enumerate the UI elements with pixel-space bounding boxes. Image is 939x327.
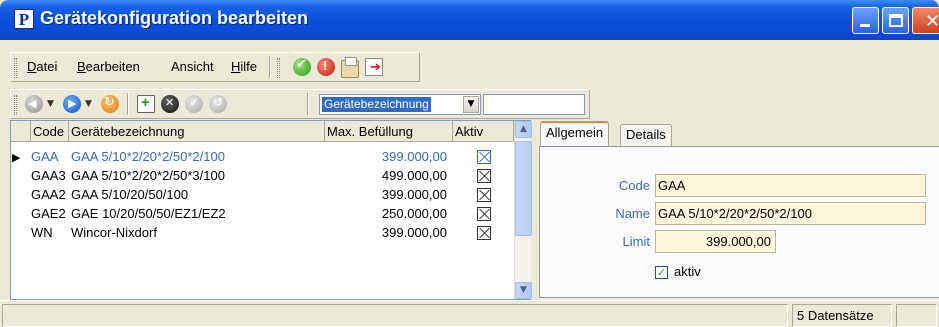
table-row[interactable]: GAE2 GAE 10/20/50/50/EZ1/EZ2 250.000,00 — [11, 205, 514, 223]
row-indicator-header — [11, 121, 31, 142]
column-header-code[interactable]: Code — [31, 121, 69, 142]
cancel-icon[interactable] — [317, 58, 335, 76]
table-row[interactable]: ▶ GAA GAA 5/10*2/20*2/50*2/100 399.000,0… — [11, 148, 514, 166]
aktiv-checkbox[interactable]: ✓ — [655, 266, 668, 279]
menu-bearbeiten-rest: earbeiten — [85, 59, 140, 74]
column-header-aktiv[interactable]: Aktiv — [453, 121, 514, 142]
app-icon-letter: P — [18, 9, 30, 29]
status-extra — [896, 304, 937, 327]
limit-field[interactable]: 399.000,00 — [655, 230, 776, 253]
toolbar-grip[interactable] — [14, 95, 17, 115]
current-row-indicator-icon: ▶ — [12, 151, 21, 164]
aktiv-checkbox[interactable] — [477, 207, 491, 221]
aktiv-checkbox[interactable] — [477, 150, 491, 164]
minimize-icon — [860, 24, 870, 27]
code-field[interactable]: GAA — [655, 174, 926, 197]
scroll-down-icon[interactable]: ▼ — [515, 282, 532, 299]
cell-name: GAA 5/10*2/20*2/50*2/100 — [71, 149, 225, 164]
title-bar[interactable]: P Gerätekonfiguration bearbeiten ✕ — [0, 0, 939, 40]
menu-datei-accel: D — [27, 59, 37, 74]
toolbar-grip[interactable] — [277, 58, 280, 78]
delete-record-icon[interactable] — [161, 95, 179, 113]
close-button[interactable]: ✕ — [912, 7, 939, 34]
status-bar: 5 Datensätze — [0, 300, 939, 327]
aktiv-label: aktiv — [674, 264, 701, 279]
cell-max: 250.000,00 — [381, 206, 447, 221]
menu-hilfe[interactable]: Hilfe — [229, 59, 259, 74]
save-icon[interactable] — [293, 57, 311, 76]
cell-max: 399.000,00 — [381, 225, 447, 240]
exit-icon[interactable] — [365, 58, 383, 76]
cell-code: WN — [31, 225, 53, 240]
search-field-value: Gerätebezeichnung — [322, 97, 431, 112]
column-header-max[interactable]: Max. Befüllung — [325, 121, 453, 142]
forward-dropdown-icon[interactable]: ▼ — [85, 99, 92, 109]
chevron-down-icon[interactable]: ▼ — [463, 96, 479, 113]
app-icon[interactable]: P — [14, 9, 34, 29]
menu-toolbar: Datei Bearbeiten Ansicht Hilfe — [10, 52, 420, 82]
cell-code: GAA3 — [31, 168, 66, 183]
confirm-icon[interactable] — [185, 95, 203, 113]
cell-max: 499.000,00 — [381, 168, 447, 183]
toolbar-grip[interactable] — [14, 58, 17, 78]
code-label: Code — [618, 178, 650, 193]
cell-code: GAE2 — [31, 206, 66, 221]
aktiv-checkbox[interactable] — [477, 188, 491, 202]
status-message — [2, 304, 788, 327]
menu-ansicht-label: Ansicht — [171, 59, 214, 74]
table-row[interactable]: WN Wincor-Nixdorf 399.000,00 — [11, 224, 514, 242]
refresh-icon[interactable] — [101, 95, 119, 113]
name-field[interactable]: GAA 5/10*2/20*2/50*2/100 — [655, 202, 926, 225]
toolbar-separator — [127, 93, 129, 115]
toolbar-separator — [307, 93, 309, 115]
table-row[interactable]: GAA2 GAA 5/10/20/50/100 399.000,00 — [11, 186, 514, 204]
print-icon[interactable] — [341, 57, 359, 78]
maximize-icon — [889, 14, 903, 27]
cell-code: GAA — [31, 149, 59, 164]
undo-icon[interactable] — [209, 95, 227, 113]
search-input[interactable] — [483, 94, 585, 115]
table-row[interactable]: GAA3 GAA 5/10*2/20*2/50*3/100 499.000,00 — [11, 167, 514, 185]
window-title: Gerätekonfiguration bearbeiten — [40, 8, 309, 28]
menu-bearbeiten[interactable]: Bearbeiten — [75, 59, 142, 74]
cell-name: GAA 5/10*2/20*2/50*3/100 — [71, 168, 225, 183]
menu-ansicht[interactable]: Ansicht — [169, 59, 216, 74]
tab-allgemein[interactable]: Allgemein — [540, 121, 610, 147]
record-count: 5 Datensätze — [792, 304, 892, 327]
menu-hilfe-accel: H — [231, 59, 241, 74]
scrollbar-thumb[interactable] — [515, 141, 532, 236]
grid-header: Code Gerätebezeichnung Max. Befüllung Ak… — [11, 121, 514, 142]
menu-hilfe-rest: ilfe — [240, 59, 258, 74]
cell-max: 399.000,00 — [381, 187, 447, 202]
search-field-select[interactable]: Gerätebezeichnung ▼ — [319, 94, 481, 115]
back-dropdown-icon[interactable]: ▼ — [47, 99, 54, 109]
cell-code: GAA2 — [31, 187, 66, 202]
new-record-icon[interactable] — [137, 94, 155, 113]
aktiv-checkbox[interactable] — [477, 169, 491, 183]
vertical-scrollbar[interactable]: ▲ ▼ — [514, 121, 532, 299]
menu-bearbeiten-accel: B — [77, 59, 86, 74]
menu-datei-rest: atei — [36, 59, 58, 74]
maximize-button[interactable] — [882, 7, 909, 34]
name-label: Name — [615, 206, 650, 221]
column-header-name[interactable]: Gerätebezeichnung — [69, 121, 325, 142]
cell-max: 399.000,00 — [381, 149, 447, 164]
menu-datei[interactable]: Datei — [25, 59, 59, 74]
detail-panel: Code GAA Name GAA 5/10*2/20*2/50*2/100 L… — [539, 146, 939, 298]
cell-name: Wincor-Nixdorf — [71, 225, 157, 240]
back-icon[interactable] — [25, 95, 43, 113]
navigation-toolbar: ▼ ▼ Gerätebezeichnung ▼ — [10, 89, 590, 119]
tab-details[interactable]: Details — [620, 124, 672, 146]
minimize-button[interactable] — [852, 7, 879, 34]
cell-name: GAA 5/10/20/50/100 — [71, 187, 189, 202]
records-grid[interactable]: Code Gerätebezeichnung Max. Befüllung Ak… — [10, 120, 532, 300]
scroll-up-icon[interactable]: ▲ — [515, 121, 532, 138]
toolbar-separator — [269, 56, 271, 78]
aktiv-checkbox[interactable] — [477, 226, 491, 240]
forward-icon[interactable] — [63, 95, 81, 113]
limit-label: Limit — [622, 234, 650, 249]
close-icon: ✕ — [925, 11, 939, 32]
cell-name: GAE 10/20/50/50/EZ1/EZ2 — [71, 206, 226, 221]
